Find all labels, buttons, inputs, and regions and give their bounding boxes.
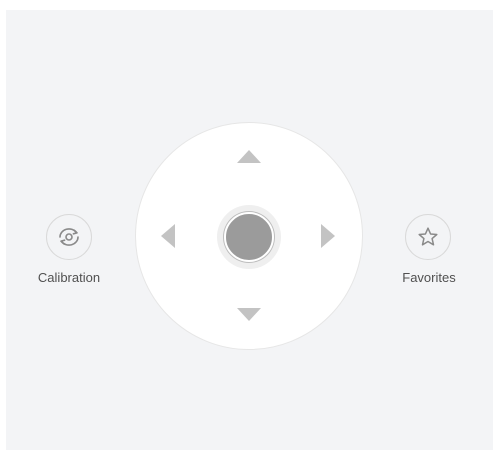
pan-down-icon[interactable] <box>237 308 261 321</box>
center-knob-ring <box>217 205 281 269</box>
calibration-label: Calibration <box>37 270 101 285</box>
pan-left-icon[interactable] <box>161 224 175 248</box>
calibration-button[interactable] <box>46 214 92 260</box>
favorites-button[interactable] <box>405 214 451 260</box>
top-strip <box>0 0 493 10</box>
star-icon <box>416 225 440 249</box>
pan-right-icon[interactable] <box>321 224 335 248</box>
pan-up-icon[interactable] <box>237 150 261 163</box>
favorites-label: Favorites <box>402 270 456 285</box>
center-knob-button[interactable] <box>224 212 274 262</box>
calibration-icon <box>56 226 82 248</box>
